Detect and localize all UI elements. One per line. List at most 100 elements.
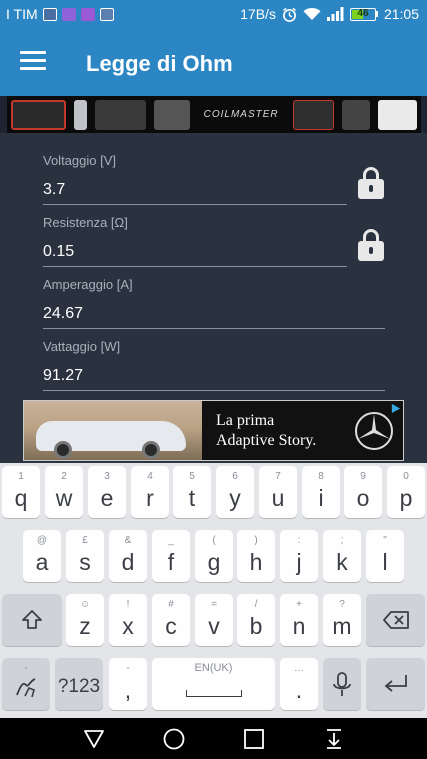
key-a[interactable]: @ a	[23, 530, 61, 582]
key-hint: 8	[318, 471, 324, 482]
key-z[interactable]: ☺ z	[66, 594, 104, 646]
symbols-key[interactable]: ?123	[55, 658, 103, 710]
key-hint: 1	[18, 471, 24, 482]
key-char: ,	[124, 677, 132, 703]
app-notification-icon	[61, 7, 76, 21]
key-hint: @	[36, 535, 48, 546]
key-r[interactable]: 4r	[131, 466, 169, 518]
voltage-label: Voltaggio [V]	[43, 153, 116, 168]
status-right: 17B/s 46 21:05	[240, 6, 419, 22]
key-p[interactable]: 0p	[387, 466, 425, 518]
key-char: x	[122, 613, 134, 639]
key-j[interactable]: :j	[280, 530, 318, 582]
current-underline	[43, 328, 385, 329]
key-k[interactable]: ; k	[323, 530, 361, 582]
current-input[interactable]: 24.67	[43, 305, 83, 323]
key-n[interactable]: + n	[280, 594, 318, 646]
key-o[interactable]: 9o	[344, 466, 382, 518]
key-c[interactable]: # c	[152, 594, 190, 646]
adchoices-icon[interactable]	[390, 403, 401, 414]
key-y[interactable]: 6y	[216, 466, 254, 518]
key-hint: =	[211, 599, 217, 610]
recents-icon[interactable]	[242, 727, 266, 751]
key-w[interactable]: 2w	[45, 466, 83, 518]
key-t[interactable]: 5t	[173, 466, 211, 518]
mic-icon	[333, 672, 351, 696]
status-bar: I TIM 17B/s 46 21:05	[0, 0, 427, 30]
key-char: m	[332, 613, 352, 639]
key-period[interactable]: … .	[280, 658, 318, 710]
key-l[interactable]: " l	[366, 530, 404, 582]
key-i[interactable]: 8i	[302, 466, 340, 518]
key-char: e	[100, 485, 114, 511]
voltage-underline	[43, 204, 347, 205]
app-notification-icon-3	[99, 7, 114, 21]
key-hint: "	[383, 535, 387, 546]
key-char: l	[382, 549, 388, 575]
banner-brand: COILMASTER	[203, 109, 279, 120]
voltage-lock-icon[interactable]	[358, 167, 384, 199]
enter-icon	[384, 675, 407, 692]
resistance-lock-icon[interactable]	[358, 229, 384, 261]
voltage-input[interactable]: 3.7	[43, 181, 65, 199]
resistance-underline	[43, 266, 347, 267]
key-q[interactable]: 1q	[2, 466, 40, 518]
key-d[interactable]: & d	[109, 530, 147, 582]
key-hint: 0	[403, 471, 409, 482]
key-hint: !	[126, 599, 130, 610]
key-u[interactable]: 7u	[259, 466, 297, 518]
key-char: g	[207, 549, 221, 575]
key-m[interactable]: ? m	[323, 594, 361, 646]
key-hint: 2	[61, 471, 67, 482]
key-h[interactable]: ) h	[237, 530, 275, 582]
backspace-icon	[383, 611, 409, 629]
battery-indicator: 46	[349, 7, 378, 21]
key-g[interactable]: (g	[195, 530, 233, 582]
back-icon[interactable]	[82, 727, 106, 751]
shift-key[interactable]	[2, 594, 62, 646]
banner-product-box	[94, 99, 147, 130]
ad-line-2: Adaptive Story.	[216, 432, 317, 449]
status-left: I TIM	[6, 6, 114, 22]
banner-product-cotton	[378, 99, 417, 130]
resistance-input[interactable]: 0.15	[43, 243, 74, 261]
banner-product-kit	[292, 99, 334, 130]
mic-key[interactable]	[323, 658, 361, 710]
key-s[interactable]: £ s	[66, 530, 104, 582]
product-banner[interactable]: COILMASTER	[7, 96, 421, 133]
key-char: c	[165, 613, 177, 639]
key-comma[interactable]: - ,	[109, 658, 147, 710]
ad-text: La prima Adaptive Story.	[216, 411, 316, 451]
key-hint: 6	[232, 471, 238, 482]
advertisement[interactable]: La prima Adaptive Story.	[23, 400, 404, 461]
key-b[interactable]: / b	[237, 594, 275, 646]
symbols-label: ?123	[57, 676, 101, 697]
key-char: o	[356, 485, 370, 511]
home-icon[interactable]	[162, 727, 186, 751]
key-char: b	[249, 613, 263, 639]
key-hint: #	[168, 599, 174, 610]
clock: 21:05	[383, 6, 419, 22]
menu-icon[interactable]	[20, 51, 46, 73]
key-hint: ;	[340, 535, 344, 546]
key-hint: (	[212, 535, 216, 546]
gallery-notification-icon	[42, 7, 57, 21]
key-hint: 3	[104, 471, 110, 482]
banner-product-case	[11, 99, 67, 130]
key-char: h	[249, 549, 263, 575]
hide-keyboard-icon[interactable]	[322, 727, 346, 751]
brand-star-logo-icon	[355, 412, 393, 450]
spacebar[interactable]: EN(UK)	[152, 658, 275, 710]
key-char: j	[296, 549, 302, 575]
page-title: Legge di Ohm	[86, 51, 233, 76]
key-x[interactable]: ! x	[109, 594, 147, 646]
power-input[interactable]: 91.27	[43, 367, 83, 385]
backspace-key[interactable]	[366, 594, 425, 646]
key-e[interactable]: 3e	[88, 466, 126, 518]
key-f[interactable]: _ f	[152, 530, 190, 582]
enter-key[interactable]	[366, 658, 425, 710]
handwriting-key[interactable]: -	[2, 658, 50, 710]
soft-keyboard: 1q 2w 3e 4r 5t 6y 7u 8i 9o 0p @ a £ s & d _…	[0, 463, 427, 718]
ad-car-wheel	[54, 441, 72, 459]
key-v[interactable]: = v	[195, 594, 233, 646]
